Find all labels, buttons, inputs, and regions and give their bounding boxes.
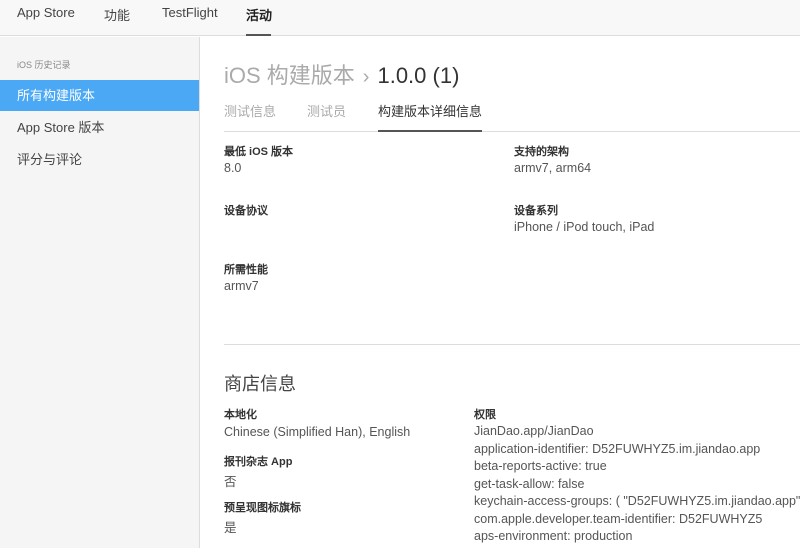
- tab-testers[interactable]: 测试员: [307, 101, 346, 120]
- active-tab-indicator: [246, 34, 271, 36]
- sidebar: iOS 历史记录 所有构建版本 App Store 版本 评分与评论: [0, 37, 200, 548]
- main-content: iOS 构建版本 › 1.0.0 (1) 测试信息 测试员 构建版本详细信息 最低 …: [200, 37, 800, 548]
- breadcrumb-parent[interactable]: iOS 构建版本: [224, 63, 355, 88]
- entitlement-line: JianDao.app/JianDao: [474, 424, 594, 438]
- sidebar-item-all-builds[interactable]: 所有构建版本: [0, 80, 199, 111]
- tab-test-info[interactable]: 测试信息: [224, 101, 276, 120]
- newsstand-label: 报刊杂志 App: [224, 456, 293, 468]
- divider: [224, 344, 800, 345]
- nav-features[interactable]: 功能: [104, 5, 130, 24]
- entitlement-line: com.apple.developer.team-identifier: D52…: [474, 511, 763, 526]
- tab-bar: 测试信息 测试员 构建版本详细信息: [224, 101, 800, 132]
- chevron-right-icon: ›: [362, 66, 370, 88]
- capabilities-label: 所需性能: [224, 264, 268, 276]
- localization-value: Chinese (Simplified Han), English: [224, 425, 411, 439]
- nav-app-store[interactable]: App Store: [17, 5, 75, 20]
- localization-label: 本地化: [224, 409, 257, 421]
- min-ios-value: 8.0: [224, 161, 242, 175]
- sidebar-item-ratings-reviews[interactable]: 评分与评论: [0, 144, 199, 175]
- entitlement-line: keychain-access-groups: ( "D52FUWHYZ5.im…: [474, 494, 800, 508]
- entitlement-line: application-identifier: D52FUWHYZ5.im.ji…: [474, 441, 761, 456]
- family-value: iPhone / iPod touch, iPad: [514, 220, 655, 234]
- prerendered-value: 是: [224, 521, 237, 535]
- breadcrumb: iOS 构建版本 › 1.0.0 (1): [224, 58, 459, 90]
- newsstand-value: 否: [224, 475, 237, 489]
- tab-build-details[interactable]: 构建版本详细信息: [378, 101, 483, 132]
- breadcrumb-current: 1.0.0 (1): [377, 63, 460, 88]
- nav-activity[interactable]: 活动: [246, 5, 272, 24]
- sidebar-item-app-store-versions[interactable]: App Store 版本: [0, 112, 199, 143]
- entitlement-line: aps-environment: production: [474, 529, 633, 543]
- prerendered-label: 预呈现图标旗标: [224, 502, 301, 514]
- entitlement-line: get-task-allow: false: [474, 476, 585, 491]
- arch-label: 支持的架构: [514, 146, 569, 158]
- capabilities-value: armv7: [224, 279, 259, 293]
- sidebar-heading: iOS 历史记录: [17, 60, 71, 70]
- protocol-label: 设备协议: [224, 205, 268, 217]
- arch-value: armv7, arm64: [514, 161, 592, 175]
- nav-testflight[interactable]: TestFlight: [162, 5, 218, 20]
- store-info-heading: 商店信息: [224, 374, 296, 394]
- family-label: 设备系列: [514, 205, 558, 217]
- entitlements-list: JianDao.app/JianDao application-identifi…: [474, 423, 800, 546]
- top-nav: App Store 功能 TestFlight 活动: [0, 0, 800, 36]
- entitlements-label: 权限: [474, 409, 496, 421]
- entitlement-line: beta-reports-active: true: [474, 459, 607, 473]
- min-ios-label: 最低 iOS 版本: [224, 146, 294, 158]
